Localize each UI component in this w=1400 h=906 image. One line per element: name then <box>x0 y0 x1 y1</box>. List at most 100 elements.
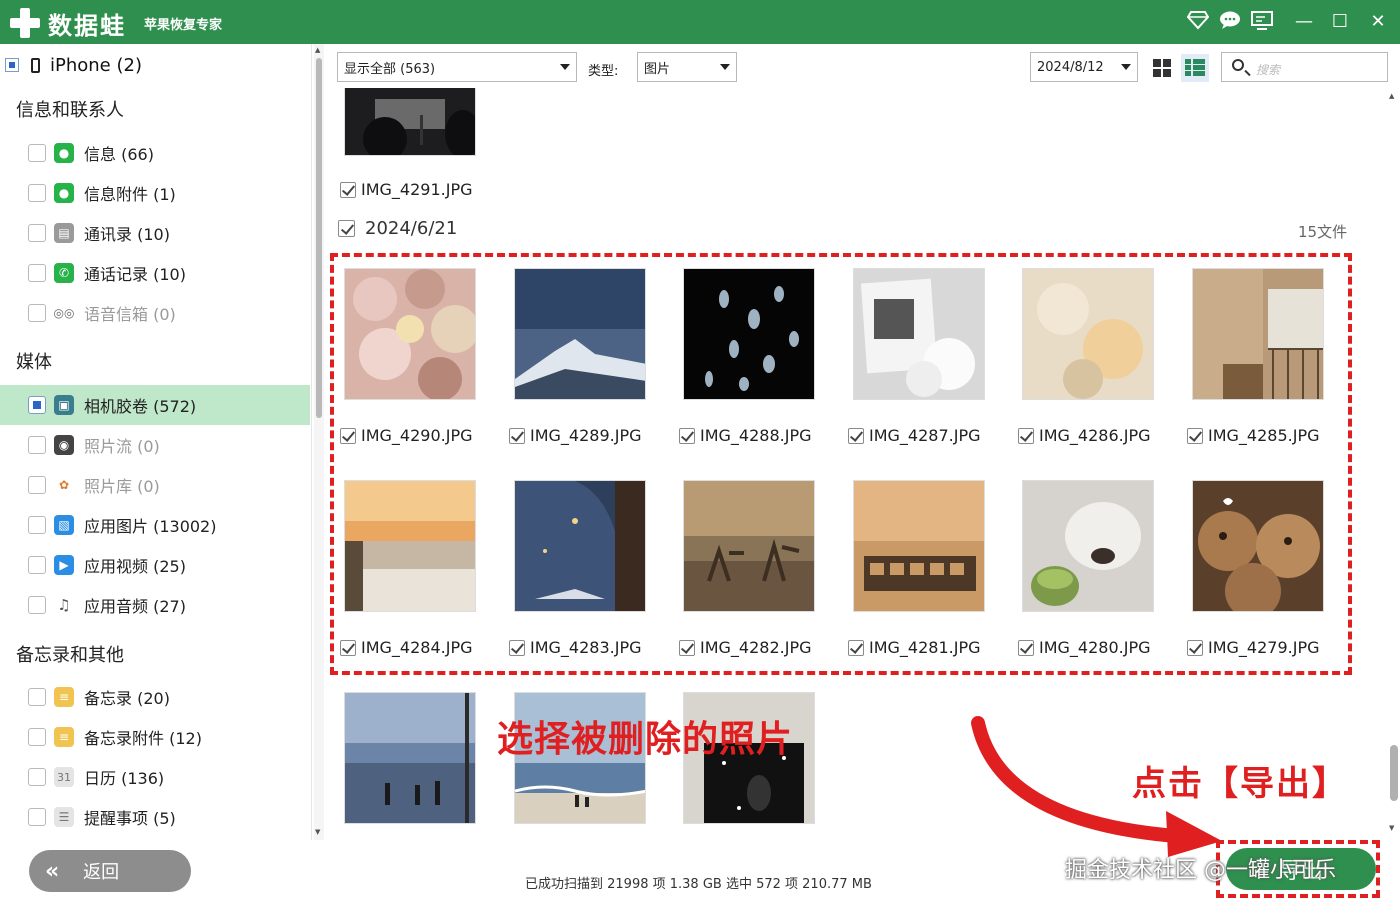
checkbox[interactable] <box>28 556 46 574</box>
date-select[interactable]: 2024/8/12 <box>1030 52 1138 82</box>
date-group-header[interactable]: 2024/6/21 <box>338 218 457 239</box>
diamond-icon[interactable] <box>1186 10 1210 34</box>
selection-highlight-frame <box>330 253 1352 675</box>
scroll-up-icon[interactable]: ▲ <box>315 46 320 54</box>
sidebar-item-messages[interactable]: ● 信息 (66) <box>0 133 310 173</box>
chat-icon[interactable] <box>1218 10 1242 34</box>
chevron-down-icon <box>560 64 570 70</box>
camera-roll-icon: ▣ <box>54 395 74 415</box>
app-audio-icon: ♫ <box>57 596 71 614</box>
search-box[interactable]: 搜索 <box>1221 52 1388 82</box>
checkbox[interactable] <box>28 264 46 282</box>
sidebar-scrollbar[interactable]: ▲ ▼ <box>314 44 324 840</box>
checkbox[interactable] <box>28 596 46 614</box>
type-select[interactable]: 图片 <box>637 52 737 82</box>
sidebar-item-camera-roll[interactable]: ▣ 相机胶卷 (572) <box>0 385 310 425</box>
grid-view-button[interactable] <box>1148 54 1176 82</box>
sidebar-item-label: 应用音频 (27) <box>84 597 186 616</box>
device-checkbox[interactable] <box>5 58 19 72</box>
notes-attachment-icon: ≡ <box>54 727 74 747</box>
checkbox[interactable] <box>28 144 46 162</box>
sidebar-item-reminders[interactable]: ☰ 提醒事项 (5) <box>0 797 310 837</box>
sidebar-item-app-audio[interactable]: ♫ 应用音频 (27) <box>0 585 310 625</box>
filter-select[interactable]: 显示全部 (563) <box>337 52 577 82</box>
chevron-down-icon <box>720 64 730 70</box>
sidebar-item-call-history[interactable]: ✆ 通话记录 (10) <box>0 253 310 293</box>
device-row[interactable]: iPhone (2) <box>0 48 310 82</box>
checkbox[interactable] <box>28 768 46 786</box>
annotation-select-hint: 选择被删除的照片 <box>497 719 794 760</box>
chevron-down-icon <box>1121 64 1131 70</box>
photo-caption[interactable]: IMG_4291.JPG <box>340 180 473 199</box>
checkbox[interactable] <box>28 476 46 494</box>
scroll-down-icon[interactable]: ▼ <box>1389 824 1394 832</box>
sidebar-item-message-attachments[interactable]: ● 信息附件 (1) <box>0 173 310 213</box>
maximize-icon[interactable]: ☐ <box>1328 10 1352 34</box>
back-button-label: 返回 <box>83 862 120 883</box>
app-photos-icon: ▧ <box>54 515 74 535</box>
minimize-icon[interactable]: — <box>1292 10 1316 34</box>
checkbox[interactable] <box>28 304 46 322</box>
checkbox[interactable] <box>28 396 46 414</box>
contacts-icon: ▤ <box>54 223 74 243</box>
detail-view-button[interactable] <box>1181 54 1209 82</box>
scan-status: 已成功扫描到 21998 项 1.38 GB 选中 572 项 210.77 M… <box>525 877 872 892</box>
sidebar-item-calendar[interactable]: 31 日历 (136) <box>0 757 310 797</box>
calendar-icon: 31 <box>54 767 74 787</box>
type-select-value: 图片 <box>644 61 671 77</box>
sidebar-item-voicemail[interactable]: ◎◎ 语音信箱 (0) <box>0 293 310 333</box>
device-label: iPhone (2) <box>50 54 142 76</box>
type-label: 类型: <box>588 64 619 79</box>
sidebar-item-label: 通话记录 (10) <box>84 265 186 284</box>
sidebar: iPhone (2) 信息和联系人 ● 信息 (66) ● 信息附件 (1) ▤… <box>0 44 312 840</box>
sidebar-item-contacts[interactable]: ▤ 通讯录 (10) <box>0 213 310 253</box>
sidebar-item-label: 相机胶卷 (572) <box>84 397 197 416</box>
sidebar-item-label: 通讯录 (10) <box>84 225 170 244</box>
phone-icon: ✆ <box>54 263 74 283</box>
notes-icon: ≡ <box>54 687 74 707</box>
checkbox[interactable] <box>28 728 46 746</box>
screen-icon[interactable] <box>1250 10 1274 34</box>
sidebar-item-label: 照片流 (0) <box>84 437 160 456</box>
sidebar-scroll-thumb[interactable] <box>316 58 322 418</box>
date-group-label: 2024/6/21 <box>365 218 458 239</box>
sidebar-item-app-photos[interactable]: ▧ 应用图片 (13002) <box>0 505 310 545</box>
sidebar-item-photo-stream[interactable]: ◉ 照片流 (0) <box>0 425 310 465</box>
photo-thumbnail[interactable] <box>344 88 476 156</box>
grid-icon <box>1153 59 1171 77</box>
checkbox[interactable] <box>28 436 46 454</box>
checkbox[interactable] <box>28 688 46 706</box>
checkbox[interactable] <box>338 220 355 237</box>
group-title-notes: 备忘录和其他 <box>16 645 124 666</box>
checkbox[interactable] <box>28 184 46 202</box>
app-subtitle: 苹果恢复专家 <box>144 18 223 33</box>
scroll-down-icon[interactable]: ▼ <box>315 828 320 836</box>
sidebar-item-label: 信息附件 (1) <box>84 185 176 204</box>
title-bar: 数据蛙 苹果恢复专家 — ☐ ✕ <box>0 0 1400 44</box>
photo-thumbnail[interactable] <box>344 692 476 824</box>
checkbox[interactable] <box>28 516 46 534</box>
app-name: 数据蛙 <box>48 11 126 40</box>
content-scroll-thumb[interactable] <box>1390 745 1398 801</box>
app-logo-icon <box>10 8 40 38</box>
group-title-media: 媒体 <box>16 352 52 373</box>
checkbox[interactable] <box>28 808 46 826</box>
content-scrollbar[interactable]: ▲ ▼ <box>1388 88 1400 840</box>
sidebar-item-notes[interactable]: ≡ 备忘录 (20) <box>0 677 310 717</box>
double-chevron-left-icon: ‹‹ <box>45 858 59 884</box>
sidebar-item-photo-library[interactable]: ✿ 照片库 (0) <box>0 465 310 505</box>
search-icon <box>1232 59 1244 71</box>
sidebar-item-notes-attachments[interactable]: ≡ 备忘录附件 (12) <box>0 717 310 757</box>
checkbox[interactable] <box>28 224 46 242</box>
scroll-up-icon[interactable]: ▲ <box>1389 92 1394 100</box>
detail-grid-icon <box>1185 59 1205 77</box>
search-input[interactable]: 搜索 <box>1256 61 1280 78</box>
close-icon[interactable]: ✕ <box>1366 10 1390 34</box>
sidebar-item-label: 应用图片 (13002) <box>84 517 217 536</box>
back-button[interactable]: ‹‹ 返回 <box>29 850 191 892</box>
sidebar-item-label: 日历 (136) <box>84 769 165 788</box>
watermark-text: 掘金技术社区 @一罐小可乐 <box>1065 858 1336 883</box>
sidebar-item-label: 提醒事项 (5) <box>84 809 176 828</box>
checkbox[interactable] <box>340 181 356 198</box>
sidebar-item-app-videos[interactable]: ▶ 应用视频 (25) <box>0 545 310 585</box>
